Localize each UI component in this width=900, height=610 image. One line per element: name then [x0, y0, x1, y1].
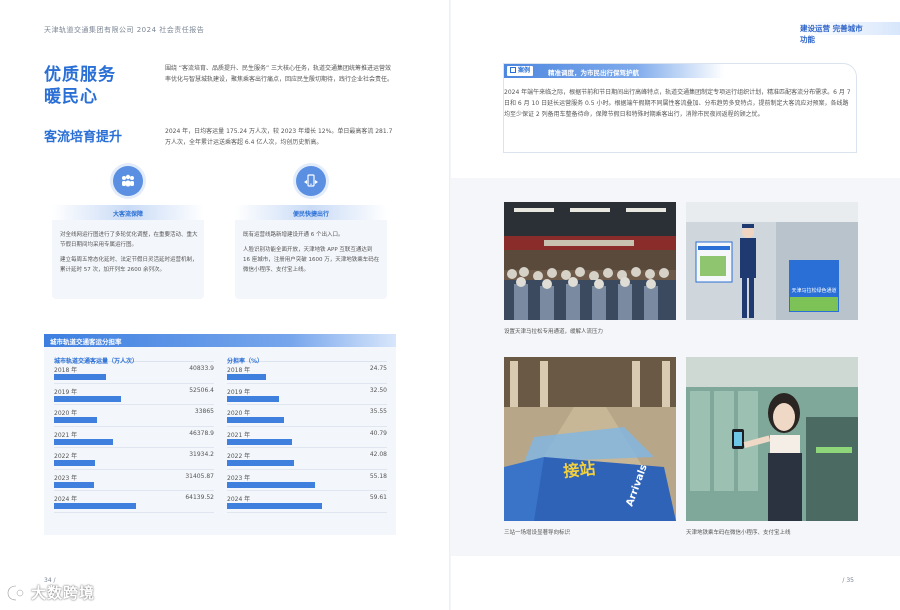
row-year: 2021 年: [54, 431, 78, 439]
table-row: 2019 年 32.50: [227, 384, 387, 405]
row-bar: [227, 417, 284, 423]
case-body: 2024 年端午来临之际，根据节前和节日期间出行高峰特点，轨道交通集团制定专项运…: [504, 89, 851, 118]
report-spread: 天津轨道交通集团有限公司 2024 社会责任报告 建设运营 完善城市功能 优质服…: [0, 0, 900, 610]
row-bar: [54, 417, 97, 423]
card-body: 对全线网运行图进行了多轮优化调整，在重要活动、重大节假日期间均采用专属运行图。 …: [60, 232, 198, 273]
page-title: 优质服务 暖民心: [44, 65, 116, 107]
row-value: 46378.9: [189, 429, 214, 437]
row-bar: [227, 460, 294, 466]
row-year: 2018 年: [227, 367, 251, 374]
table-row: 2024 年 64139.52: [54, 491, 214, 513]
row-value: 33865: [194, 408, 214, 415]
case-box: 案例 精准调度，为市民出行保驾护航 2024 年端午来临之际，根据节前和节日期间…: [503, 63, 857, 153]
watermark: 大数跨境: [6, 582, 95, 603]
watermark-logo-icon: [6, 584, 24, 601]
kpi-text: 2024 年，日均客运量 175.24 万人次，较 2023 年增长 12%。单…: [165, 128, 393, 146]
row-value: 40833.9: [189, 365, 214, 372]
row-year: 2024 年: [227, 496, 251, 503]
case-tag: 案例: [507, 66, 534, 76]
row-bar: [227, 503, 322, 509]
row-value: 32.50: [369, 386, 387, 394]
table-row: 2020 年 33865: [54, 405, 214, 427]
table-row: 2023 年 31405.87: [54, 470, 214, 491]
row-bar: [54, 503, 136, 509]
card-title: 便民快捷出行: [292, 211, 329, 218]
table-row: 2022 年 42.08: [227, 448, 387, 470]
section-badge: 建设运营 完善城市功能: [800, 22, 900, 44]
row-value: 55.18: [369, 472, 387, 480]
row-bar: [227, 374, 266, 380]
photo-marathon-crowd: [504, 202, 676, 320]
row-year: 2022 年: [54, 453, 78, 460]
row-value: 31934.2: [189, 451, 214, 458]
table-row: 2021 年 40.79: [227, 427, 387, 448]
photo-green-channel: 天津马拉松绿色通道: [686, 202, 858, 320]
mobile-pass-icon: [296, 166, 326, 196]
page-number-right: / 35: [842, 577, 854, 584]
photo-wayfinding-floor: 接站 Arrivals: [504, 357, 676, 521]
column-header: 分担率（%）: [227, 347, 387, 365]
watermark-text: 大数跨境: [31, 584, 96, 602]
row-year: 2020 年: [227, 410, 251, 417]
card-title: 大客流保障: [112, 211, 143, 218]
photo-ride-code: [686, 357, 858, 521]
column-header: 城市轨道交通客运量（万人次）: [54, 347, 214, 365]
table-row: 2018 年 24.75: [227, 362, 387, 384]
photo-caption: 设置天津马拉松专用通道，缓解人流压力: [504, 329, 604, 335]
report-header: 天津轨道交通集团有限公司 2024 社会责任报告: [44, 26, 205, 34]
row-year: 2023 年: [54, 474, 78, 482]
row-year: 2024 年: [54, 496, 78, 503]
table-row: 2020 年 35.55: [227, 405, 387, 427]
row-year: 2021 年: [227, 431, 251, 439]
row-value: 24.75: [369, 365, 387, 372]
floor-sign-cn: 接站: [562, 459, 596, 481]
row-bar: [54, 395, 121, 402]
table-row: 2019 年 52506.4: [54, 384, 214, 405]
row-bar: [54, 460, 95, 466]
section-subtitle: 客流培育提升: [44, 130, 123, 145]
row-value: 31405.87: [185, 472, 214, 480]
row-value: 35.55: [369, 408, 387, 415]
section-badge-label: 建设运营 完善城市功能: [800, 24, 863, 44]
table-row: 2018 年 40833.9: [54, 362, 214, 384]
row-value: 42.08: [369, 451, 387, 458]
row-value: 52506.4: [189, 386, 214, 394]
row-year: 2023 年: [227, 474, 251, 482]
row-bar: [227, 395, 279, 402]
row-year: 2018 年: [54, 367, 78, 374]
row-year: 2020 年: [54, 410, 78, 417]
green-channel-sign: 天津马拉松绿色通道: [791, 287, 836, 294]
row-value: 64139.52: [185, 494, 214, 501]
card-body: 既有运营线路新增建设开通 6 个出入口。 人脸识别功能全面开放，天津地铁 APP…: [243, 232, 380, 273]
table-row: 2021 年 46378.9: [54, 427, 214, 448]
row-bar: [227, 481, 315, 488]
row-bar: [227, 438, 292, 445]
crowd-icon: [113, 166, 143, 196]
row-year: 2019 年: [227, 388, 251, 396]
table-row: 2024 年 59.61: [227, 491, 387, 513]
row-bar: [54, 481, 94, 488]
share-column: 分担率（%） 2018 年 24.75 2019 年 32.50 2020 年 35.55…: [227, 347, 387, 513]
row-year: 2022 年: [227, 453, 251, 460]
case-title: 精准调度，为市民出行保驾护航: [548, 69, 639, 77]
service-card-crowd: 大客流保障 对全线网运行图进行了多轮优化调整，在重要活动、重大节假日期间均采用专…: [52, 205, 204, 299]
table-title-bar: 城市轨道交通客运分担率: [44, 334, 396, 347]
table-title: 城市轨道交通客运分担率: [50, 338, 122, 346]
intro-text: 围绕 “客流培育、品质提升、民生服务” 三大核心任务，轨道交通集团统筹推进运营效…: [165, 65, 394, 83]
photo-caption: 天津地铁乘车码在微信小程序、支付宝上线: [686, 530, 791, 536]
service-card-convenience: 便民快捷出行 既有运营线路新增建设开通 6 个出入口。 人脸识别功能全面开放，天…: [235, 205, 387, 299]
ridership-table: 城市轨道交通客运量（万人次） 2018 年 40833.9 2019 年 52506.…: [44, 347, 396, 535]
ridership-column: 城市轨道交通客运量（万人次） 2018 年 40833.9 2019 年 52506.…: [54, 347, 214, 513]
row-value: 40.79: [369, 429, 387, 437]
photo-caption: 三站一场增设显著导向标识: [504, 530, 571, 536]
row-value: 59.61: [369, 494, 387, 501]
table-row: 2023 年 55.18: [227, 470, 387, 491]
row-bar: [54, 374, 106, 380]
row-year: 2019 年: [54, 388, 78, 396]
case-icon: [510, 67, 516, 73]
row-bar: [54, 438, 113, 445]
table-row: 2022 年 31934.2: [54, 448, 214, 470]
